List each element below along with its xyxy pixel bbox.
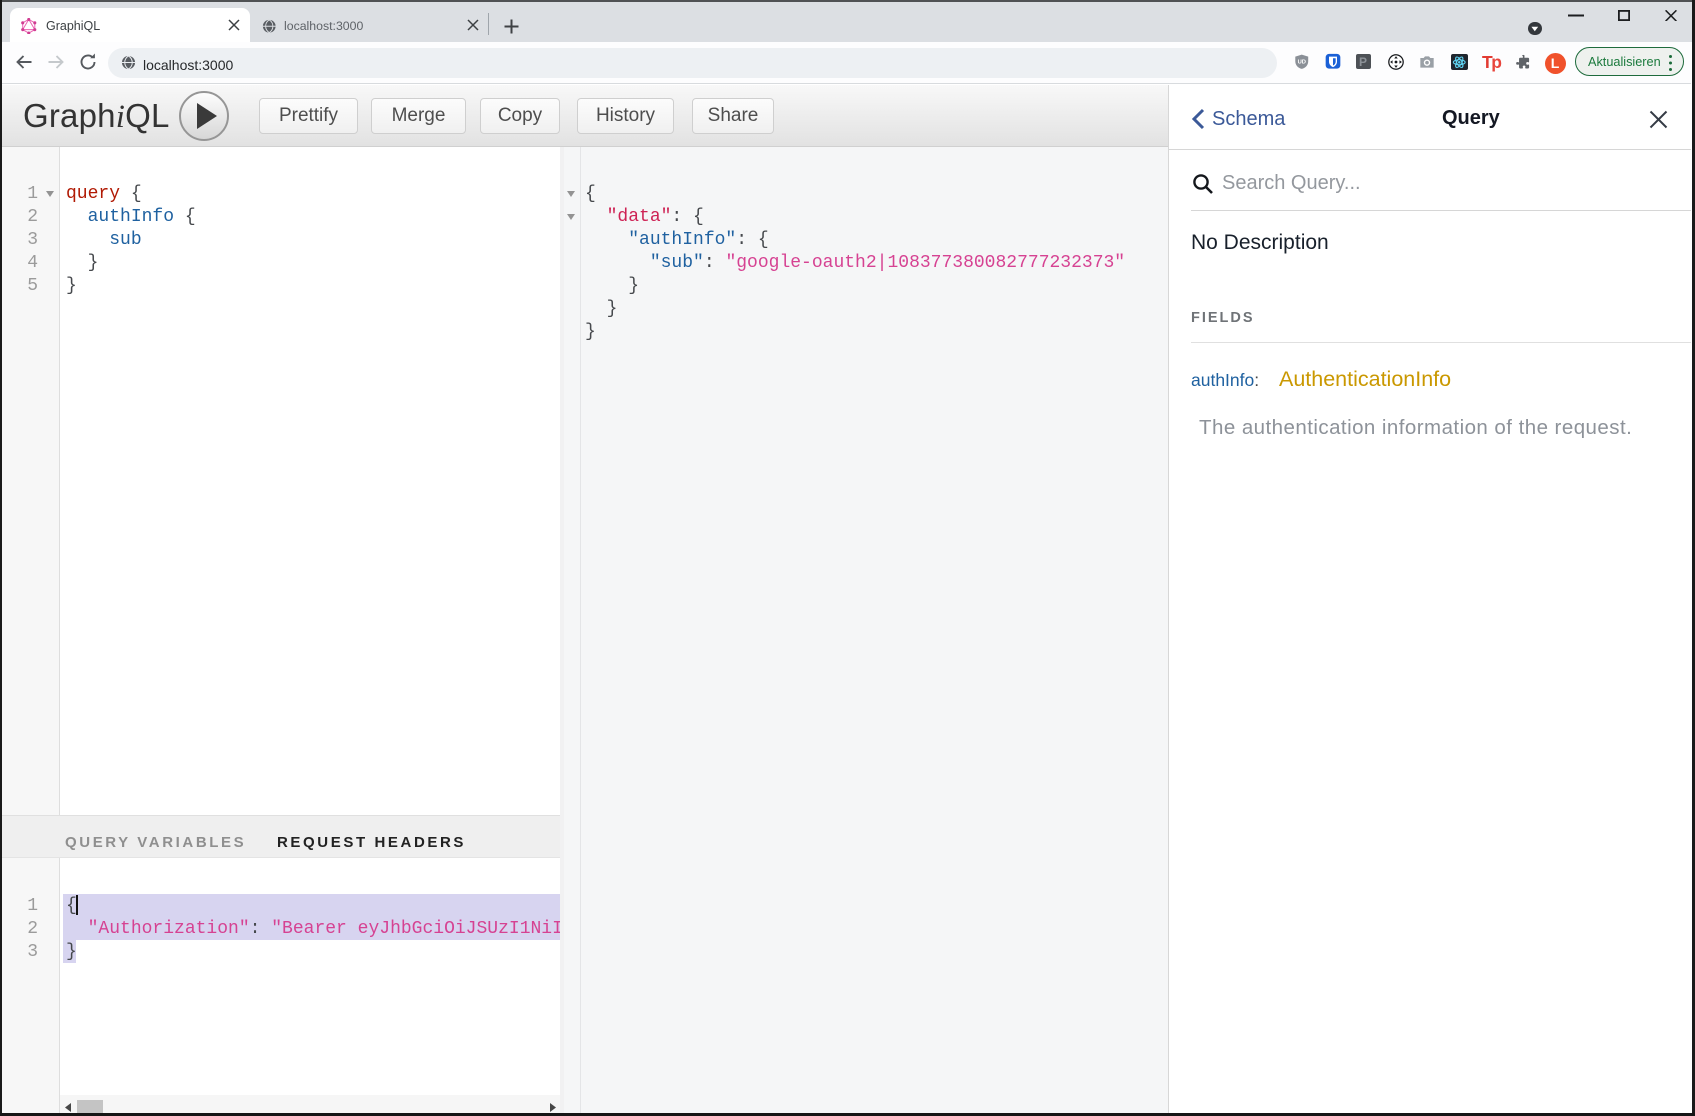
svg-text:UD: UD: [1297, 59, 1305, 65]
